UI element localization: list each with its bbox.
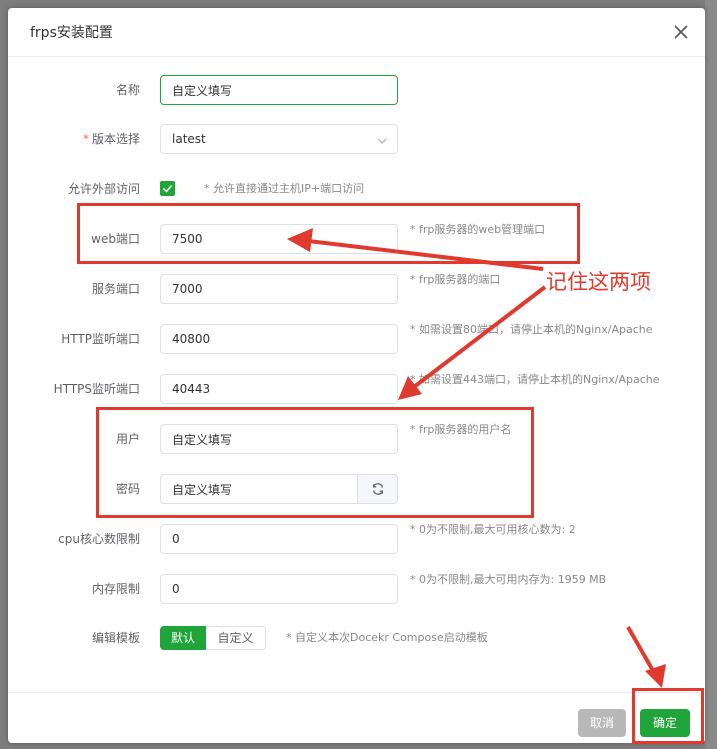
version-select-value: latest [172,132,206,146]
dialog-footer: 取消 确定 [8,692,705,744]
form-row-name: 名称 [8,74,705,106]
version-label-text: 版本选择 [91,132,140,146]
name-input[interactable] [160,75,398,105]
template-label: 编辑模板 [91,631,140,645]
http-port-hint: * 如需设置80端口，请停止本机的Nginx/Apache [410,323,653,336]
frps-install-dialog: frps安装配置 名称 *版本选择 latest 允许外部访问 * 允许直接通过… [8,8,705,743]
template-default-option[interactable]: 默认 [160,626,206,650]
http-port-input[interactable] [160,324,398,354]
form-row-memory: 内存限制 * 0为不限制,最大可用内存为: 1959 MB [8,573,705,605]
form-row-http-port: HTTP监听端口 * 如需设置80端口，请停止本机的Nginx/Apache [8,323,705,355]
template-hint: * 自定义本次Docekr Compose启动模板 [286,631,488,644]
http-port-label: HTTP监听端口 [61,332,140,346]
external-label: 允许外部访问 [67,182,140,196]
memory-input[interactable] [160,574,398,604]
annotation-box-web-port [77,203,580,264]
form-row-external: 允许外部访问 * 允许直接通过主机IP+端口访问 [8,173,705,205]
https-port-label: HTTPS监听端口 [53,382,140,396]
https-port-hint: * 如需设置443端口，请停止本机的Nginx/Apache [410,373,660,386]
version-select[interactable]: latest [160,124,398,154]
service-port-input[interactable] [160,274,398,304]
dialog-header: frps安装配置 [8,8,705,57]
service-port-hint: * frp服务器的端口 [410,273,501,286]
form-row-template: 编辑模板 默认 自定义 * 自定义本次Docekr Compose启动模板 [8,626,705,658]
external-checkbox[interactable] [160,181,175,196]
annotation-box-credentials [96,407,534,518]
external-hint: * 允许直接通过主机IP+端口访问 [204,182,365,195]
service-port-label: 服务端口 [91,282,140,296]
https-port-input[interactable] [160,374,398,404]
cpu-hint: * 0为不限制,最大可用核心数为: 2 [410,523,576,536]
memory-hint: * 0为不限制,最大可用内存为: 1959 MB [410,573,607,586]
version-label: * 版本选择 [8,123,140,155]
cpu-label: cpu核心数限制 [58,532,140,546]
cpu-input[interactable] [160,524,398,554]
cancel-button[interactable]: 取消 [578,709,626,737]
annotation-text: 记住这两项 [546,270,651,294]
check-icon [162,184,173,193]
annotation-box-confirm [632,688,704,744]
memory-label: 内存限制 [91,582,140,596]
form-row-version: * 版本选择 latest [8,123,705,155]
dialog-title: frps安装配置 [30,25,113,41]
name-label: 名称 [115,83,140,97]
close-icon[interactable] [669,20,693,44]
form-row-cpu: cpu核心数限制 * 0为不限制,最大可用核心数为: 2 [8,523,705,555]
background-page-edge [705,0,717,749]
chevron-down-icon [376,132,388,144]
template-custom-option[interactable]: 自定义 [206,626,266,650]
form-row-https-port: HTTPS监听端口 * 如需设置443端口，请停止本机的Nginx/Apache [8,373,705,405]
required-mark: * [82,132,89,146]
